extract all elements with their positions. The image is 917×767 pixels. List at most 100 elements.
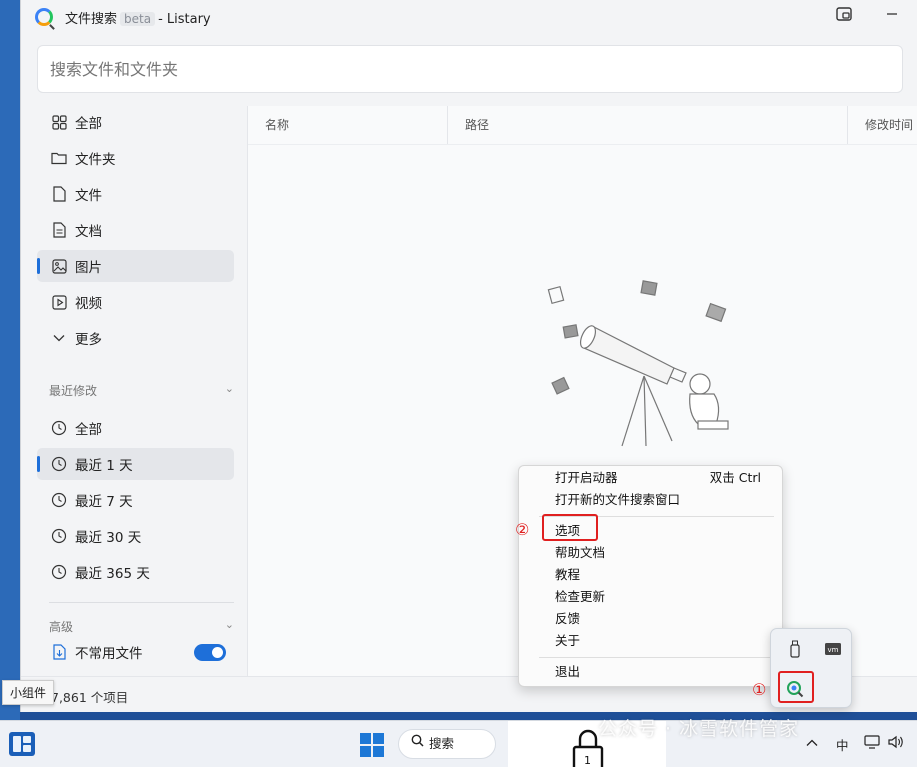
menu-item-shortcut: 双击 Ctrl bbox=[709, 470, 761, 485]
grid-icon bbox=[51, 114, 67, 130]
rare-files-toggle[interactable] bbox=[194, 644, 226, 661]
chevron-down-icon: ⌄ bbox=[224, 382, 234, 395]
sidebar-item-recent-365d[interactable]: 最近 365 天 bbox=[37, 556, 234, 588]
clock-icon bbox=[51, 456, 67, 472]
menu-item-label: 打开新的文件搜索窗口 bbox=[555, 492, 681, 507]
sidebar: 全部 文件夹 文件 文档 图片 视频 更多 最近修改 ⌄ 全部 最近 1 天 最… bbox=[21, 106, 247, 676]
column-header-name[interactable]: 名称 bbox=[248, 106, 448, 144]
listary-logo-icon bbox=[35, 8, 53, 26]
download-file-icon bbox=[51, 644, 67, 660]
minimize-icon[interactable] bbox=[881, 6, 903, 28]
menu-open-launcher[interactable]: 打开启动器 双击 Ctrl bbox=[555, 468, 775, 488]
sidebar-item-image[interactable]: 图片 bbox=[37, 250, 234, 282]
sidebar-item-folder[interactable]: 文件夹 bbox=[37, 142, 234, 174]
menu-open-new-search-window[interactable]: 打开新的文件搜索窗口 bbox=[555, 490, 775, 510]
widgets-icon[interactable] bbox=[9, 732, 35, 756]
menu-item-label: 帮助文档 bbox=[555, 545, 606, 560]
sidebar-item-label: 更多 bbox=[75, 332, 102, 348]
title-bar: 文件搜索 beta - Listary bbox=[21, 0, 917, 34]
sidebar-item-label: 文档 bbox=[75, 224, 102, 240]
annotation-step-2: ② bbox=[515, 520, 530, 539]
beta-badge: beta bbox=[120, 12, 156, 26]
menu-item-label: 退出 bbox=[555, 664, 581, 679]
compact-mode-icon[interactable] bbox=[833, 6, 855, 28]
sidebar-item-label: 文件夹 bbox=[75, 152, 116, 168]
sidebar-item-document[interactable]: 文档 bbox=[37, 214, 234, 246]
sidebar-item-all[interactable]: 全部 bbox=[37, 106, 234, 138]
usb-drive-icon[interactable] bbox=[785, 639, 805, 659]
ime-indicator[interactable]: 中 bbox=[836, 735, 849, 754]
item-count: 7,861 个项目 bbox=[51, 690, 129, 705]
video-icon bbox=[51, 294, 67, 310]
telescope-empty-illustration bbox=[547, 280, 729, 447]
volume-icon[interactable] bbox=[888, 735, 904, 752]
chevron-down-icon bbox=[51, 330, 67, 346]
sidebar-item-video[interactable]: 视频 bbox=[37, 286, 234, 318]
sidebar-item-label: 最近 365 天 bbox=[75, 566, 150, 582]
menu-check-updates[interactable]: 检查更新 bbox=[555, 587, 775, 607]
watermark-text: 公众号 · 冰雪软件管家 bbox=[598, 718, 800, 740]
file-icon bbox=[51, 186, 67, 202]
search-input[interactable] bbox=[37, 45, 903, 93]
chevron-up-icon[interactable] bbox=[806, 735, 818, 750]
desktop-background bbox=[0, 0, 20, 720]
sidebar-item-label: 文件 bbox=[75, 188, 102, 204]
sidebar-divider bbox=[49, 602, 234, 603]
menu-tutorial[interactable]: 教程 bbox=[555, 565, 775, 585]
sidebar-item-recent-all[interactable]: 全部 bbox=[37, 412, 234, 444]
clock-icon bbox=[51, 564, 67, 580]
taskbar-search-button[interactable]: 搜索 bbox=[398, 729, 496, 759]
menu-feedback[interactable]: 反馈 bbox=[555, 609, 775, 629]
sidebar-item-label: 最近 30 天 bbox=[75, 530, 142, 546]
menu-about[interactable]: 关于 bbox=[555, 631, 775, 651]
column-header-modified[interactable]: 修改时间 bbox=[848, 106, 917, 144]
image-icon bbox=[51, 258, 67, 274]
windows-start-icon[interactable] bbox=[360, 733, 384, 757]
window-title: 文件搜索 beta - Listary bbox=[65, 8, 211, 27]
vmware-icon[interactable]: vm bbox=[823, 639, 843, 659]
widgets-tooltip: 小组件 bbox=[2, 680, 55, 705]
taskbar-search-label: 搜索 bbox=[429, 736, 455, 751]
title-app-name: 文件搜索 bbox=[65, 12, 118, 27]
sidebar-item-label: 视频 bbox=[75, 296, 102, 312]
folder-icon bbox=[51, 150, 67, 166]
chevron-down-icon: ⌄ bbox=[224, 618, 234, 631]
annotation-step-1: ① bbox=[752, 680, 767, 699]
sidebar-item-recent-7d[interactable]: 最近 7 天 bbox=[37, 484, 234, 516]
clock-icon bbox=[51, 528, 67, 544]
svg-text:vm: vm bbox=[828, 646, 839, 654]
header-divider bbox=[248, 144, 917, 145]
sidebar-item-label: 全部 bbox=[75, 116, 102, 132]
sidebar-item-recent-1d[interactable]: 最近 1 天 bbox=[37, 448, 234, 480]
search-icon bbox=[411, 730, 424, 758]
clock-icon bbox=[51, 492, 67, 508]
menu-item-label: 打开启动器 bbox=[555, 470, 618, 485]
network-icon[interactable] bbox=[864, 735, 880, 752]
menu-item-label: 教程 bbox=[555, 567, 581, 582]
annotation-highlight-options bbox=[542, 514, 598, 541]
tray-context-menu: 打开启动器 双击 Ctrl 打开新的文件搜索窗口 选项 帮助文档 教程 检查更新… bbox=[518, 465, 783, 687]
sidebar-item-label: 最近 1 天 bbox=[75, 458, 133, 474]
menu-help-docs[interactable]: 帮助文档 bbox=[555, 543, 775, 563]
lock-number: 1 bbox=[584, 754, 591, 767]
title-suffix: - Listary bbox=[158, 12, 211, 27]
rare-files-row: 不常用文件 bbox=[37, 636, 234, 668]
menu-item-label: 反馈 bbox=[555, 611, 581, 626]
clock-icon bbox=[51, 420, 67, 436]
section-heading-text: 高级 bbox=[49, 620, 74, 634]
recent-section-heading[interactable]: 最近修改 ⌄ bbox=[49, 382, 234, 399]
menu-separator bbox=[539, 657, 774, 658]
sidebar-item-label: 图片 bbox=[75, 260, 102, 276]
column-header-path[interactable]: 路径 bbox=[448, 106, 848, 144]
section-heading-text: 最近修改 bbox=[49, 384, 98, 398]
sidebar-item-more[interactable]: 更多 bbox=[37, 322, 234, 354]
menu-item-label: 关于 bbox=[555, 633, 581, 648]
menu-exit[interactable]: 退出 bbox=[555, 662, 775, 682]
document-icon bbox=[51, 222, 67, 238]
sidebar-item-label: 最近 7 天 bbox=[75, 494, 133, 510]
sidebar-item-label: 全部 bbox=[75, 422, 102, 438]
sidebar-item-recent-30d[interactable]: 最近 30 天 bbox=[37, 520, 234, 552]
advanced-section-heading[interactable]: 高级 ⌄ bbox=[49, 618, 234, 635]
annotation-highlight-tray-icon bbox=[778, 671, 814, 703]
sidebar-item-file[interactable]: 文件 bbox=[37, 178, 234, 210]
